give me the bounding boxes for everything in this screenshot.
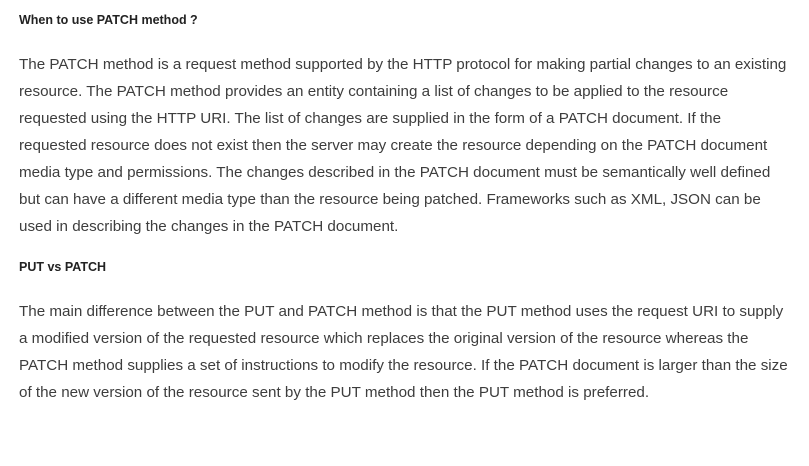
section-paragraph-patch-description: The PATCH method is a request method sup… (19, 56, 787, 235)
section-heading-when-to-use-patch: When to use PATCH method ? (19, 13, 198, 27)
section-paragraph-put-vs-patch: The main difference between the PUT and … (19, 303, 788, 401)
section-heading-put-vs-patch: PUT vs PATCH (19, 260, 107, 274)
article-content: When to use PATCH method ? The PATCH met… (0, 0, 809, 466)
